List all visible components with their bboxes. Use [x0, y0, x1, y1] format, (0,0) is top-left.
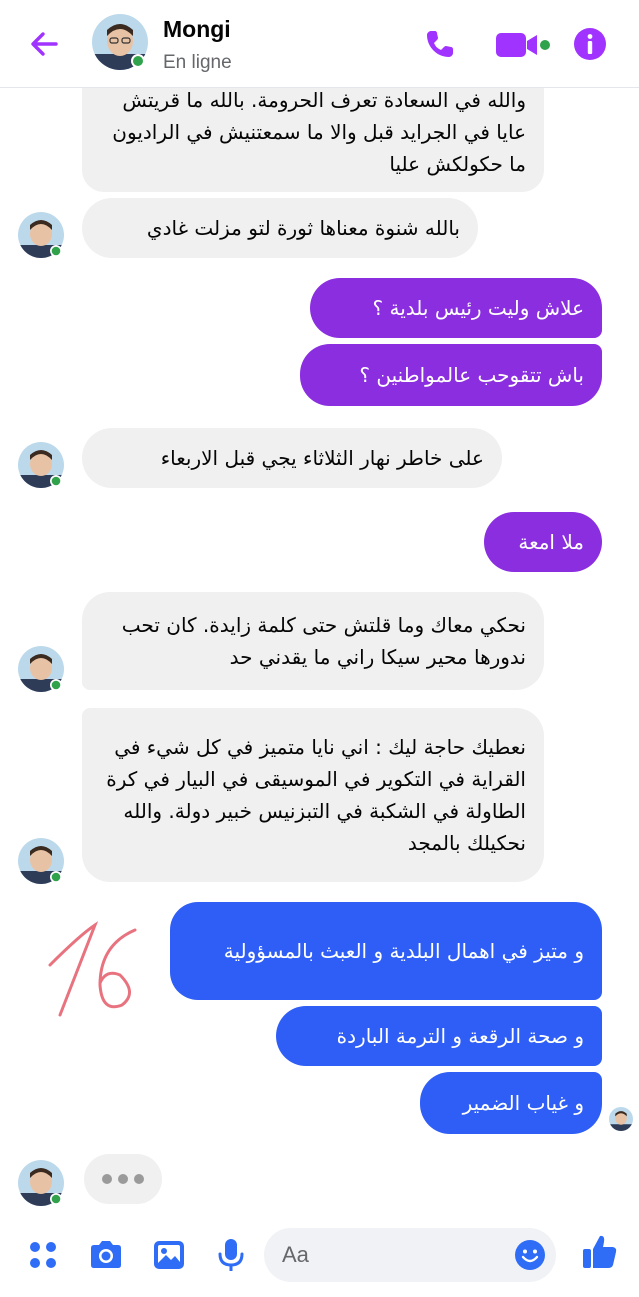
- message-composer[interactable]: [264, 1228, 556, 1282]
- message-text: و صحة الرقعة و الترمة الباردة: [336, 1024, 584, 1048]
- message-bubble-incoming[interactable]: نعطيك حاجة ليك : اني نايا متميز في كل شي…: [82, 708, 544, 882]
- message-bubble-outgoing[interactable]: ملا امعة: [484, 512, 602, 572]
- info-icon[interactable]: [572, 26, 608, 62]
- like-icon[interactable]: [580, 1232, 620, 1272]
- message-bubble-outgoing[interactable]: علاش وليت رئيس بلدية ؟: [310, 278, 602, 338]
- camera-icon[interactable]: [87, 1236, 125, 1274]
- message-text: نحكي معاك وما قلتش حتى كلمة زايدة. كان ت…: [121, 613, 526, 669]
- message-text: على خاطر نهار الثلاثاء يجي قبل الاربعاء: [160, 446, 484, 470]
- typing-dot: [134, 1174, 144, 1184]
- seen-receipt-avatar: [609, 1107, 633, 1131]
- typing-indicator: [84, 1154, 162, 1204]
- microphone-icon[interactable]: [212, 1236, 250, 1274]
- message-text: باش تتقوحب عالمواطنين ؟: [359, 363, 584, 387]
- message-text: والله في السعادة تعرف الحرومة. بالله ما …: [112, 88, 526, 176]
- message-bubble-outgoing[interactable]: و غياب الضمير: [420, 1072, 602, 1134]
- contact-avatar-small: [18, 1160, 64, 1206]
- message-bubble-incoming[interactable]: نحكي معاك وما قلتش حتى كلمة زايدة. كان ت…: [82, 592, 544, 690]
- message-bubble-outgoing[interactable]: و صحة الرقعة و الترمة الباردة: [276, 1006, 602, 1066]
- composer-bar: [0, 1210, 639, 1297]
- phone-icon[interactable]: [422, 26, 458, 62]
- back-arrow-icon[interactable]: [26, 26, 62, 62]
- contact-avatar[interactable]: [92, 14, 148, 70]
- contact-avatar-small: [18, 838, 64, 884]
- message-bubble-incoming[interactable]: بالله شنوة معناها ثورة لتو مزلت غادي: [82, 198, 478, 258]
- chat-header: Mongi En ligne: [0, 0, 639, 88]
- video-icon[interactable]: [494, 30, 552, 60]
- contact-avatar-small: [18, 646, 64, 692]
- typing-dot: [118, 1174, 128, 1184]
- message-input[interactable]: [282, 1238, 502, 1272]
- contact-avatar-small: [18, 212, 64, 258]
- message-bubble-outgoing[interactable]: و متيز في اهمال البلدية و العبث بالمسؤول…: [170, 902, 602, 1000]
- gallery-icon[interactable]: [150, 1236, 188, 1274]
- handwritten-annotation: [48, 921, 137, 1017]
- message-text: نعطيك حاجة ليك : اني نايا متميز في كل شي…: [106, 735, 526, 855]
- message-text: بالله شنوة معناها ثورة لتو مزلت غادي: [146, 216, 460, 240]
- contact-name[interactable]: Mongi: [163, 16, 231, 43]
- message-text: علاش وليت رئيس بلدية ؟: [372, 296, 584, 320]
- message-text: ملا امعة: [518, 530, 584, 554]
- message-text: و متيز في اهمال البلدية و العبث بالمسؤول…: [223, 939, 584, 963]
- typing-dot: [102, 1174, 112, 1184]
- message-bubble-outgoing[interactable]: باش تتقوحب عالمواطنين ؟: [300, 344, 602, 406]
- message-bubble-incoming[interactable]: على خاطر نهار الثلاثاء يجي قبل الاربعاء: [82, 428, 502, 488]
- contact-avatar-small: [18, 442, 64, 488]
- contact-status: En ligne: [163, 52, 232, 73]
- menu-dots-icon[interactable]: [24, 1236, 62, 1274]
- message-text: و غياب الضمير: [462, 1091, 584, 1115]
- emoji-icon[interactable]: [514, 1239, 546, 1271]
